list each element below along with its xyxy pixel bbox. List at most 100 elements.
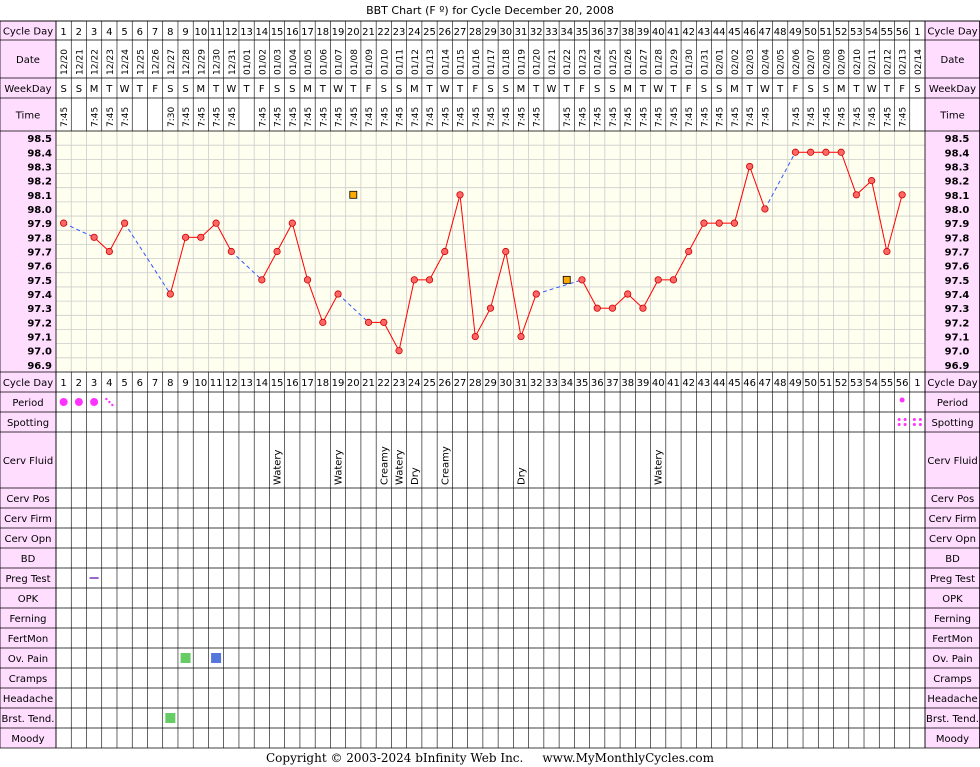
date-label: 01/20 (533, 49, 543, 75)
date-label: 02/11 (868, 49, 878, 75)
date-label: 01/06 (319, 49, 329, 75)
cerv-fluid-label: Watery (273, 449, 284, 485)
row-label: Cycle Day (927, 27, 977, 38)
date-label: 02/13 (899, 49, 909, 75)
attribute-row-label: OPK (18, 594, 39, 605)
time-label: 7:45 (670, 107, 680, 127)
cycle-day-number: 23 (393, 378, 406, 389)
cycle-day-number: 8 (167, 378, 173, 389)
y-tick-label: 97.7 (27, 248, 52, 259)
attribute-row-label: Cerv Opn (5, 534, 52, 545)
date-label: 01/08 (350, 49, 360, 75)
row-label: Date (941, 55, 965, 66)
cycle-day-number: 50 (804, 378, 817, 389)
cycle-day-number: 21 (362, 378, 375, 389)
cycle-day-number: 1 (60, 378, 66, 389)
date-label: 01/09 (365, 49, 375, 75)
temp-point (471, 332, 479, 341)
time-label: 7:45 (868, 107, 878, 127)
y-tick-label: 97.4 (27, 290, 52, 301)
weekday-label: T (456, 84, 464, 95)
cycle-day-number: 55 (881, 378, 894, 389)
cycle-day-number: 35 (576, 27, 589, 38)
cycle-day-number: 1 (914, 378, 920, 389)
cycle-day-number: 51 (820, 27, 833, 38)
date-label: 02/03 (746, 49, 756, 75)
cycle-day-number: 5 (121, 27, 127, 38)
time-label: 7:45 (197, 107, 207, 127)
cycle-day-number: 19 (332, 378, 345, 389)
row-label: Date (16, 55, 40, 66)
temp-point (685, 247, 693, 256)
weekday-label: S (807, 84, 813, 95)
cycle-day-number: 39 (637, 378, 650, 389)
cerv-fluid-label: Watery (395, 449, 406, 485)
temp-point (898, 191, 906, 199)
cycle-day-number: 2 (76, 378, 82, 389)
date-label: 01/27 (639, 49, 649, 75)
date-label: 01/24 (594, 49, 604, 75)
cycle-day-number: 20 (347, 378, 360, 389)
time-label: 7:45 (289, 107, 299, 127)
y-tick-label: 97.0 (27, 347, 52, 358)
cycle-day-number: 7 (152, 378, 158, 389)
temp-point (395, 347, 403, 355)
weekday-label: T (319, 84, 327, 95)
weekday-label: S (823, 84, 829, 95)
temp-point (807, 148, 815, 156)
date-label: 02/02 (731, 49, 741, 75)
cycle-day-number: 40 (652, 27, 665, 38)
cerv-fluid-label: Creamy (440, 446, 451, 485)
temp-point (258, 276, 266, 284)
date-label: 01/14 (441, 49, 451, 75)
time-label: 7:45 (228, 107, 238, 127)
cycle-day-number: 44 (713, 378, 726, 389)
brst-tend-marker (165, 713, 176, 723)
date-label: 01/21 (548, 49, 558, 75)
cycle-day-number: 47 (759, 27, 772, 38)
cycle-day-number: 19 (332, 27, 345, 38)
cycle-day-number: 41 (667, 27, 680, 38)
date-label: 02/14 (914, 49, 924, 75)
time-label: 7:45 (91, 107, 101, 127)
temp-point (273, 247, 281, 256)
date-label: 01/07 (335, 49, 345, 75)
weekday-label: T (883, 84, 891, 95)
row-label: Cycle Day (3, 378, 53, 389)
temp-point (578, 276, 586, 284)
weekday-label: T (136, 84, 144, 95)
cycle-day-number: 28 (469, 27, 482, 38)
cycle-day-number: 49 (789, 27, 802, 38)
date-label: 12/31 (228, 49, 238, 75)
temp-point (319, 318, 327, 326)
date-label: 02/07 (807, 49, 817, 75)
y-tick-label: 97.1 (945, 333, 970, 344)
time-label: 7:45 (883, 107, 893, 127)
date-label: 01/25 (609, 49, 619, 75)
cycle-day-number: 30 (499, 378, 512, 389)
row-label: WeekDay (4, 84, 51, 95)
date-label: 02/05 (777, 49, 787, 75)
temp-point (517, 332, 525, 341)
cycle-day-number: 15 (271, 378, 284, 389)
time-label: 7:45 (899, 107, 909, 127)
date-label: 01/26 (624, 49, 634, 75)
weekday-label: F (152, 84, 158, 95)
cycle-day-number: 54 (865, 378, 878, 389)
weekday-label: S (487, 84, 493, 95)
time-label: 7:45 (822, 107, 832, 127)
time-label: 7:45 (258, 107, 268, 127)
weekday-label: W (333, 84, 343, 95)
spotting-marker (912, 423, 916, 426)
date-label: 12/21 (75, 49, 85, 75)
cycle-day-number: 54 (865, 27, 878, 38)
cycle-day-number: 55 (881, 27, 894, 38)
time-label: 7:45 (441, 107, 451, 127)
cycle-day-number: 32 (530, 27, 543, 38)
temp-point (791, 148, 800, 156)
temp-point (197, 233, 205, 241)
date-label: 01/31 (700, 49, 710, 75)
cycle-day-number: 31 (515, 27, 528, 38)
y-tick-label: 96.9 (27, 361, 52, 372)
temp-point (425, 276, 434, 284)
